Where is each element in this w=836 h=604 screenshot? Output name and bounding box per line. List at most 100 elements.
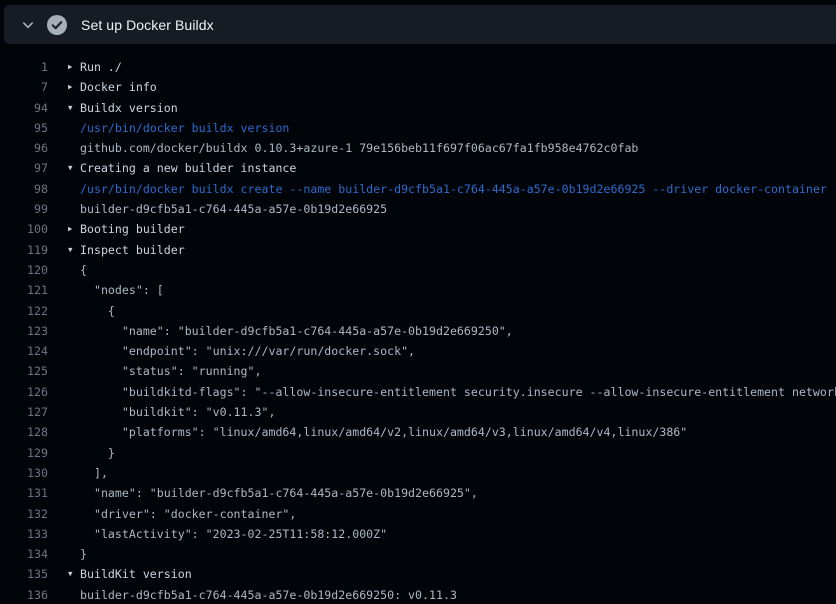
log-view: 1▶Run ./7▶Docker info94▼Buildx version95…	[0, 44, 836, 604]
log-text: "buildkitd-flags": "--allow-insecure-ent…	[80, 382, 836, 402]
log-text: {	[80, 301, 115, 321]
line-number-link[interactable]: 124	[0, 341, 48, 361]
arrow-spacer	[68, 524, 80, 544]
log-output-row: 130 ],	[0, 463, 836, 483]
log-text: "nodes": [	[80, 280, 164, 300]
triangle-right-icon: ▶	[68, 77, 80, 97]
log-text: "endpoint": "unix:///var/run/docker.sock…	[80, 341, 415, 361]
log-text: "driver": "docker-container",	[80, 504, 296, 524]
line-number-link[interactable]: 98	[0, 179, 48, 199]
line-number-link[interactable]: 94	[0, 98, 48, 118]
line-number-link[interactable]: 132	[0, 504, 48, 524]
arrow-spacer	[68, 361, 80, 381]
log-output-row: 131 "name": "builder-d9cfb5a1-c764-445a-…	[0, 483, 836, 503]
log-text: {	[80, 260, 87, 280]
log-text: builder-d9cfb5a1-c764-445a-a57e-0b19d2e6…	[80, 585, 457, 604]
log-text: Inspect builder	[80, 240, 185, 260]
log-output-row: 96 github.com/docker/buildx 0.10.3+azure-…	[0, 138, 836, 158]
line-number-link[interactable]: 100	[0, 219, 48, 239]
log-text: "platforms": "linux/amd64,linux/amd64/v2…	[80, 422, 687, 442]
log-output-row: 120 {	[0, 260, 836, 280]
line-number-link[interactable]: 1	[0, 57, 48, 77]
log-text: github.com/docker/buildx 0.10.3+azure-1 …	[80, 138, 638, 158]
arrow-spacer	[68, 443, 80, 463]
log-output-row: 132 "driver": "docker-container",	[0, 504, 836, 524]
line-number-link[interactable]: 136	[0, 585, 48, 604]
log-text: Docker info	[80, 77, 157, 97]
log-group-row[interactable]: 97 ▼Creating a new builder instance	[0, 158, 836, 178]
log-text: Buildx version	[80, 98, 178, 118]
log-group-row[interactable]: 1▶Run ./	[0, 57, 836, 77]
arrow-spacer	[68, 422, 80, 442]
line-number-link[interactable]: 119	[0, 240, 48, 260]
triangle-down-icon: ▼	[68, 98, 80, 118]
log-text: "buildkit": "v0.11.3",	[80, 402, 275, 422]
log-output-row: 128 "platforms": "linux/amd64,linux/amd6…	[0, 422, 836, 442]
log-output-row: 129 }	[0, 443, 836, 463]
arrow-spacer	[68, 483, 80, 503]
triangle-right-icon: ▶	[68, 219, 80, 239]
log-output-row: 127 "buildkit": "v0.11.3",	[0, 402, 836, 422]
line-number-link[interactable]: 96	[0, 138, 48, 158]
log-text: "name": "builder-d9cfb5a1-c764-445a-a57e…	[80, 483, 478, 503]
log-output-row: 123 "name": "builder-d9cfb5a1-c764-445a-…	[0, 321, 836, 341]
log-text: /usr/bin/docker buildx version	[80, 118, 289, 138]
triangle-down-icon: ▼	[68, 564, 80, 584]
log-text: Run ./	[80, 57, 122, 77]
line-number-link[interactable]: 99	[0, 199, 48, 219]
log-text: }	[80, 443, 115, 463]
line-number-link[interactable]: 126	[0, 382, 48, 402]
log-text: "status": "running",	[80, 361, 261, 381]
log-output-row: 124 "endpoint": "unix:///var/run/docker.…	[0, 341, 836, 361]
line-number-link[interactable]: 131	[0, 483, 48, 503]
line-number-link[interactable]: 127	[0, 402, 48, 422]
check-circle-icon	[47, 15, 67, 35]
arrow-spacer	[68, 544, 80, 564]
line-number-link[interactable]: 7	[0, 77, 48, 97]
log-command-row: 95/usr/bin/docker buildx version	[0, 118, 836, 138]
arrow-spacer	[68, 301, 80, 321]
log-group-row[interactable]: 100▶Booting builder	[0, 219, 836, 239]
chevron-down-icon[interactable]	[21, 18, 35, 32]
log-output-row: 99 builder-d9cfb5a1-c764-445a-a57e-0b19d2…	[0, 199, 836, 219]
triangle-down-icon: ▼	[68, 240, 80, 260]
triangle-down-icon: ▼	[68, 158, 80, 178]
arrow-spacer	[68, 199, 80, 219]
log-text: Creating a new builder instance	[80, 158, 296, 178]
line-number-link[interactable]: 129	[0, 443, 48, 463]
arrow-spacer	[68, 321, 80, 341]
log-output-row: 134}	[0, 544, 836, 564]
line-number-link[interactable]: 135	[0, 564, 48, 584]
arrow-spacer	[68, 341, 80, 361]
line-number-link[interactable]: 121	[0, 280, 48, 300]
log-text: ],	[80, 463, 108, 483]
log-group-row[interactable]: 119 ▼Inspect builder	[0, 240, 836, 260]
line-number-link[interactable]: 134	[0, 544, 48, 564]
line-number-link[interactable]: 130	[0, 463, 48, 483]
line-number-link[interactable]: 122	[0, 301, 48, 321]
line-number-link[interactable]: 128	[0, 422, 48, 442]
log-group-row[interactable]: 7 ▶Docker info	[0, 77, 836, 97]
log-output-row: 136 builder-d9cfb5a1-c764-445a-a57e-0b19d…	[0, 585, 836, 604]
arrow-spacer	[68, 402, 80, 422]
line-number-link[interactable]: 123	[0, 321, 48, 341]
arrow-spacer	[68, 463, 80, 483]
arrow-spacer	[68, 138, 80, 158]
line-number-link[interactable]: 95	[0, 118, 48, 138]
log-command-row: 98/usr/bin/docker buildx create --name b…	[0, 179, 836, 199]
log-output-row: 122 {	[0, 301, 836, 321]
log-output-row: 125 "status": "running",	[0, 361, 836, 381]
log-text: "lastActivity": "2023-02-25T11:58:12.000…	[80, 524, 387, 544]
log-output-row: 133 "lastActivity": "2023-02-25T11:58:12…	[0, 524, 836, 544]
line-number-link[interactable]: 125	[0, 361, 48, 381]
log-text: builder-d9cfb5a1-c764-445a-a57e-0b19d2e6…	[80, 199, 387, 219]
line-number-link[interactable]: 133	[0, 524, 48, 544]
arrow-spacer	[68, 260, 80, 280]
arrow-spacer	[68, 179, 80, 199]
arrow-spacer	[68, 280, 80, 300]
line-number-link[interactable]: 97	[0, 158, 48, 178]
step-header[interactable]: Set up Docker Buildx	[4, 5, 836, 44]
log-group-row[interactable]: 94 ▼Buildx version	[0, 98, 836, 118]
log-group-row[interactable]: 135▼BuildKit version	[0, 564, 836, 584]
line-number-link[interactable]: 120	[0, 260, 48, 280]
